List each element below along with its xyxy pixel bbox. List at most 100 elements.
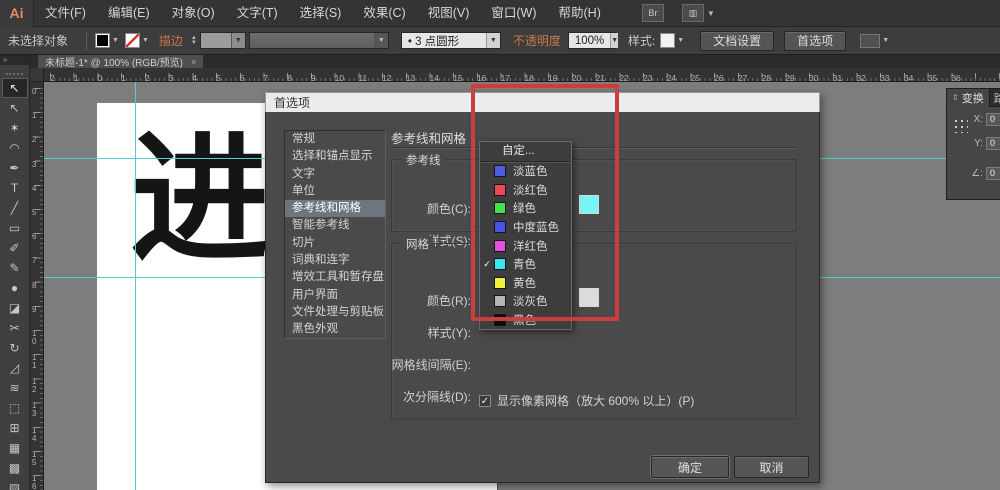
brush-dropdown[interactable]: • 3 点圆形 ▼: [400, 32, 501, 49]
mesh-tool[interactable]: ▩: [2, 458, 28, 478]
magic-wand-tool[interactable]: ✶: [2, 118, 28, 138]
horizontal-ruler[interactable]: 2 1 0 1 2 3 4 5 6 7 8 9 10 11 12 13 14 15 16 17 18 19 20 21 22 23…: [44, 68, 1000, 82]
stroke-weight-stepper[interactable]: ▲ ▼: [191, 35, 197, 46]
panel-grip[interactable]: [6, 67, 23, 75]
reference-point-locator[interactable]: [952, 117, 968, 133]
scale-tool[interactable]: ◿: [2, 358, 28, 378]
ruler-number: 32: [856, 73, 866, 82]
blob-brush-tool[interactable]: ●: [2, 278, 28, 298]
opacity-dropdown[interactable]: 100% ▼: [567, 32, 619, 49]
eraser-tool[interactable]: ◪: [2, 298, 28, 318]
gradient-tool[interactable]: ▧: [2, 478, 28, 490]
align-panel-icon[interactable]: [860, 33, 881, 48]
stroke-color-swatch[interactable]: [124, 33, 140, 48]
paintbrush-tool[interactable]: ✐: [2, 238, 28, 258]
shape-builder-tool[interactable]: ⊞: [2, 418, 28, 438]
ruler-number: 25: [690, 73, 700, 82]
dialog-title: 首选项: [274, 96, 311, 110]
annotation-highlight-box: [471, 84, 619, 321]
ruler-number: 15: [32, 449, 37, 467]
chevron-down-icon[interactable]: ▼: [882, 37, 889, 44]
category-item[interactable]: 常规: [285, 131, 385, 148]
document-tab[interactable]: 未标题-1* @ 100% (RGB/预览) ×: [38, 55, 204, 69]
tab-transform[interactable]: ⇕ 变换: [947, 88, 990, 107]
angle-label: ∠:: [971, 168, 983, 179]
menu-item[interactable]: 窗口(W): [480, 0, 547, 27]
style-swatch[interactable]: [660, 33, 676, 48]
fill-color-swatch[interactable]: [95, 33, 111, 48]
chevron-down-icon[interactable]: ▼: [142, 37, 149, 44]
close-icon[interactable]: ×: [191, 57, 196, 67]
width-profile-dropdown[interactable]: ▼: [248, 32, 389, 49]
ruler-number: 9: [32, 304, 37, 314]
x-field[interactable]: 0: [986, 113, 1000, 126]
vertical-guide[interactable]: [135, 82, 136, 490]
chevron-down-icon[interactable]: ▼: [112, 37, 119, 44]
menu-item[interactable]: 帮助(H): [548, 0, 612, 27]
pen-tool[interactable]: ✒: [2, 158, 28, 178]
pixel-grid-row: ✓ 显示像素网格（放大 600% 以上）(P): [479, 392, 694, 409]
menu-item[interactable]: 效果(C): [352, 0, 416, 27]
stroke-panel-link[interactable]: 描边: [159, 32, 183, 49]
preferences-dialog: 首选项 常规 选择和锚点显示 文字 单位 参考线和网格 智能参考线 切片 词典和连字 增效工具和…: [265, 84, 820, 483]
arrange-documents-control[interactable]: ▥ ▼: [681, 4, 715, 22]
category-item[interactable]: 单位: [285, 183, 385, 200]
collapse-panel-button[interactable]: »: [0, 55, 29, 65]
free-transform-tool[interactable]: ⬚: [2, 398, 28, 418]
ruler-number: 11: [32, 353, 37, 371]
menu-item[interactable]: 选择(S): [289, 0, 353, 27]
ruler-number: 18: [524, 73, 534, 82]
rotate-tool[interactable]: ↻: [2, 338, 28, 358]
chevron-down-icon[interactable]: ▼: [677, 37, 684, 44]
perspective-grid-tool[interactable]: ▦: [2, 438, 28, 458]
artboard-text[interactable]: 进: [130, 130, 270, 270]
stroke-weight-dropdown[interactable]: ▼: [199, 32, 246, 49]
collapse-icon: ⇕: [952, 93, 959, 102]
ruler-number: 11: [358, 73, 368, 82]
divider: [86, 31, 88, 50]
cancel-button[interactable]: 取消: [734, 456, 809, 478]
ruler-number: 15: [453, 73, 463, 82]
bridge-icon[interactable]: Br: [641, 4, 664, 22]
category-item[interactable]: 文字: [285, 166, 385, 183]
preferences-button[interactable]: 首选项: [784, 30, 847, 51]
menu-item[interactable]: 文件(F): [34, 0, 97, 27]
menu-item[interactable]: 视图(V): [417, 0, 481, 27]
menu-item[interactable]: 编辑(E): [97, 0, 161, 27]
chevron-down-icon: ▼: [485, 33, 500, 48]
grid-style-label: 样式(Y):: [427, 326, 471, 340]
ruler-number: 10: [334, 73, 345, 82]
angle-field[interactable]: 0: [986, 167, 1000, 180]
ruler-number: 34: [903, 73, 914, 82]
opacity-link[interactable]: 不透明度: [513, 32, 561, 49]
vertical-ruler[interactable]: 0 1 2 3 4 5 6 7 8 9 10 11 12 13 14 15 16: [30, 82, 44, 490]
ruler-number: 8: [32, 280, 37, 290]
category-item[interactable]: 词典和连字: [285, 252, 385, 269]
y-field[interactable]: 0: [986, 137, 1000, 150]
chevron-down-icon: ▼: [373, 33, 388, 48]
ruler-number: 7: [263, 73, 269, 82]
category-item[interactable]: 选择和锚点显示: [285, 148, 385, 165]
ruler-number: 2: [50, 73, 55, 82]
menu-item[interactable]: 文字(T): [226, 0, 289, 27]
ruler-number: 9: [310, 73, 316, 82]
direct-selection-tool[interactable]: ↖: [2, 98, 28, 118]
guide-color-label: 颜色(C):: [427, 202, 471, 216]
scissors-tool[interactable]: ✂: [2, 318, 28, 338]
width-tool[interactable]: ≋: [2, 378, 28, 398]
menu-item[interactable]: 对象(O): [161, 0, 226, 27]
category-item[interactable]: 增效工具和暂存盘: [285, 269, 385, 286]
line-segment-tool[interactable]: ╱: [2, 198, 28, 218]
type-tool[interactable]: T: [2, 178, 28, 198]
ruler-number: 28: [761, 73, 772, 82]
tab-pathfinder-partial[interactable]: 路: [990, 90, 1000, 106]
selection-tool[interactable]: ↖: [1, 78, 28, 98]
ok-button[interactable]: 确定: [651, 456, 729, 478]
pixel-grid-checkbox[interactable]: ✓: [479, 394, 491, 407]
rectangle-tool[interactable]: ▭: [2, 218, 28, 238]
ruler-number: 10: [32, 328, 37, 346]
ruler-number: 27: [737, 73, 748, 82]
lasso-tool[interactable]: ◠: [2, 138, 28, 158]
pencil-tool[interactable]: ✎: [2, 258, 28, 278]
document-setup-button[interactable]: 文档设置: [700, 30, 775, 51]
